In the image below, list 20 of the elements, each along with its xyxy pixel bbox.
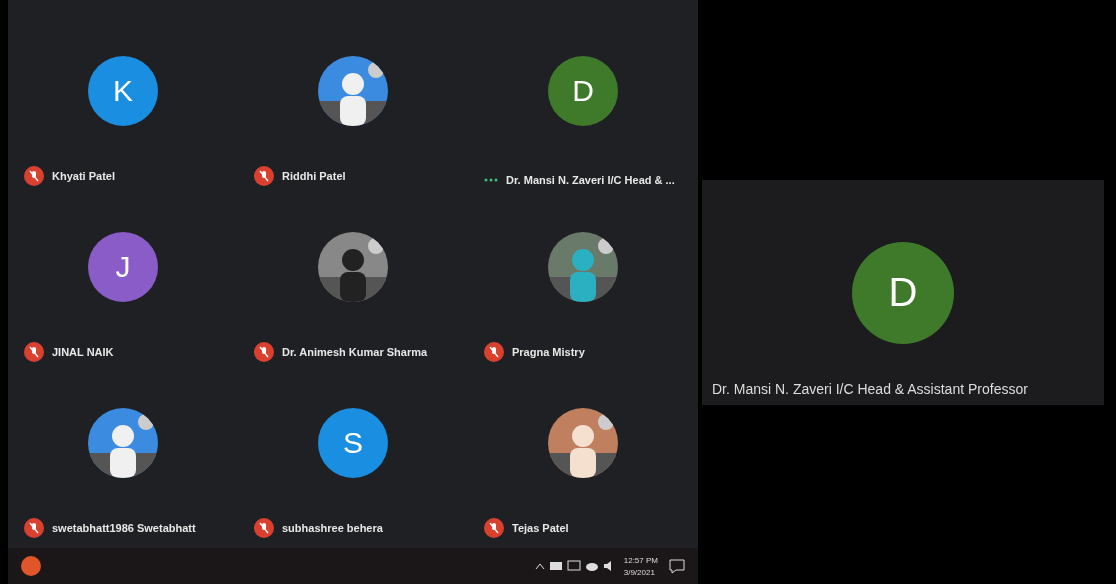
start-icon[interactable] xyxy=(20,555,42,577)
participant-name: Riddhi Patel xyxy=(282,170,346,182)
participant-name: Tejas Patel xyxy=(512,522,569,534)
avatar: K xyxy=(88,56,158,126)
speaker-name: Dr. Mansi N. Zaveri I/C Head & Assistant Professor xyxy=(711,380,1028,397)
avatar: D xyxy=(852,241,954,344)
participant-name: Pragna Mistry xyxy=(512,346,585,358)
participant-name: Dr. Mansi N. Zaveri I/C Head & ... xyxy=(506,174,675,186)
participant-name: subhashree behera xyxy=(282,522,383,534)
participant-name: Dr. Animesh Kumar Sharma xyxy=(282,346,428,358)
tray-icons[interactable] xyxy=(533,559,614,573)
avatar: S xyxy=(318,408,388,478)
clock-time: 12:57 PM xyxy=(623,555,658,565)
participant-name: JINAL NAIK xyxy=(52,346,114,358)
clock-date: 3/9/2021 xyxy=(623,567,656,577)
avatar: D xyxy=(548,56,618,126)
participant-name: Khyati Patel xyxy=(52,170,115,182)
notification-icon[interactable] xyxy=(668,558,686,574)
avatar: J xyxy=(88,232,158,302)
participant-name: swetabhatt1986 Swetabhatt xyxy=(52,522,196,534)
